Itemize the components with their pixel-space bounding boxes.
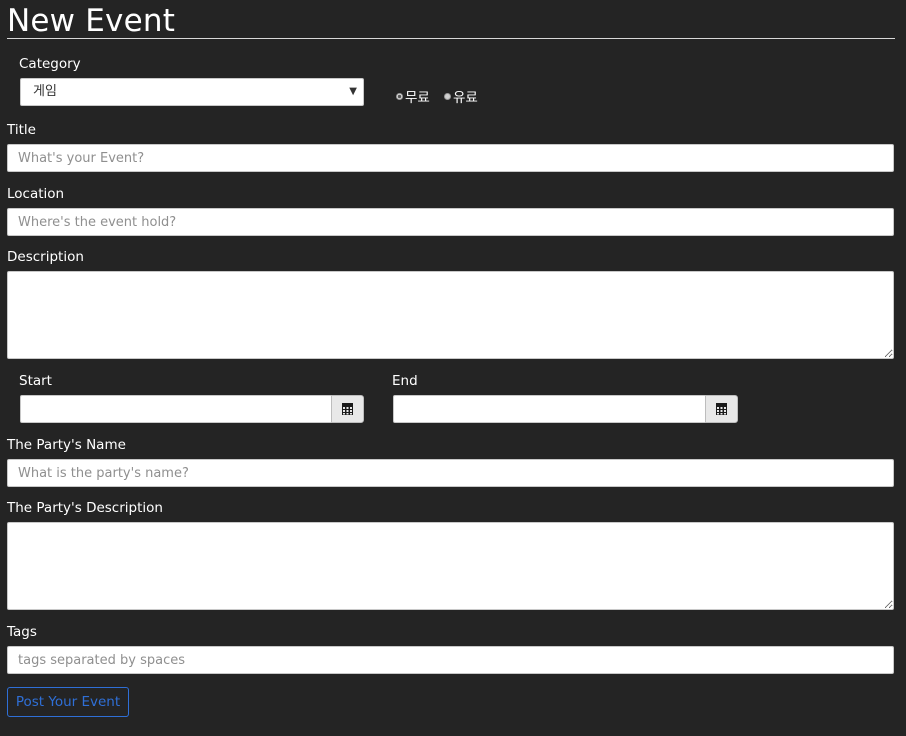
chevron-down-icon: ▼ [349, 86, 357, 97]
end-date-input[interactable] [393, 395, 706, 423]
party-description-textarea[interactable] [7, 522, 894, 610]
description-label: Description [7, 249, 84, 265]
party-description-label: The Party's Description [7, 500, 163, 516]
start-date-input[interactable] [20, 395, 332, 423]
party-name-label: The Party's Name [7, 437, 126, 453]
radio-paid-label: 유료 [453, 90, 478, 106]
radio-paid[interactable] [444, 92, 451, 100]
radio-free-label: 무료 [405, 90, 430, 106]
calendar-icon [342, 403, 353, 415]
title-input[interactable] [7, 144, 894, 172]
end-calendar-button[interactable] [705, 395, 738, 423]
location-input[interactable] [7, 208, 894, 236]
party-name-input[interactable] [7, 459, 894, 487]
start-label: Start [19, 373, 52, 389]
start-calendar-button[interactable] [331, 395, 364, 423]
page-title: New Event [7, 3, 176, 39]
post-event-button[interactable]: Post Your Event [7, 687, 129, 717]
location-label: Location [7, 186, 65, 202]
category-selected-value: 게임 [33, 84, 57, 99]
tags-input[interactable] [7, 646, 894, 674]
category-label: Category [19, 56, 81, 72]
fee-option-paid[interactable]: 유료 [444, 86, 478, 106]
radio-free[interactable] [396, 92, 403, 100]
end-label: End [392, 373, 418, 389]
title-label: Title [7, 122, 36, 138]
category-select[interactable]: 게임 ▼ [20, 78, 364, 106]
title-divider [7, 38, 895, 39]
description-textarea[interactable] [7, 271, 894, 359]
tags-label: Tags [7, 624, 37, 640]
new-event-page: New Event Category 게임 ▼ 무료 유료 Title Loca… [0, 0, 906, 736]
calendar-icon [716, 403, 727, 415]
fee-option-free[interactable]: 무료 [396, 86, 430, 106]
